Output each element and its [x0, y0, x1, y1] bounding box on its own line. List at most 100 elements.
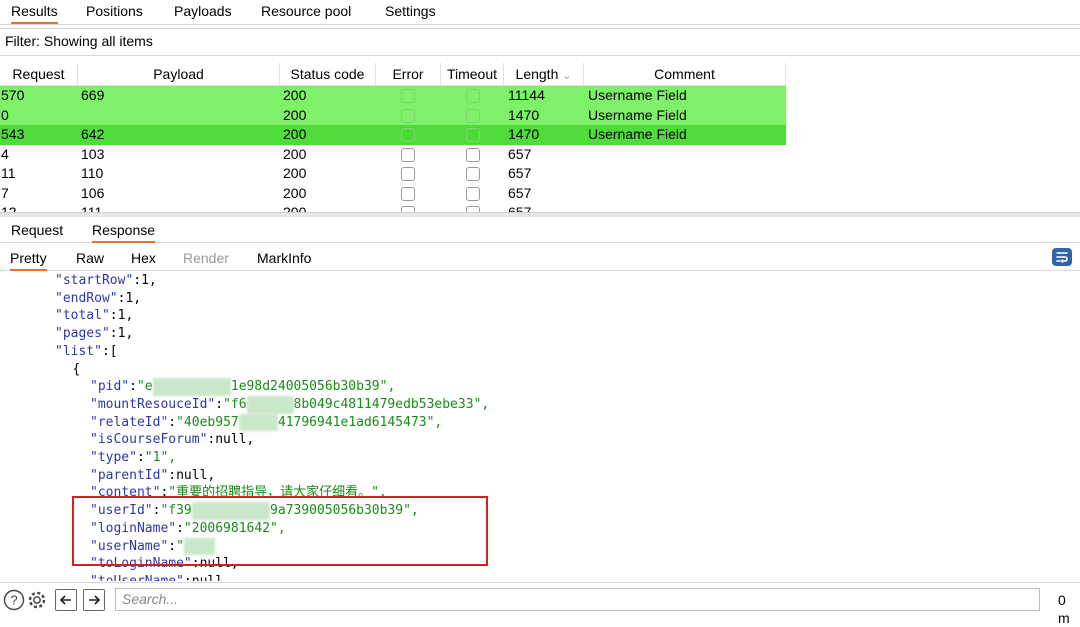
- code-line: "mountResouceId":"f60000008b049c4811479e…: [90, 395, 490, 414]
- timeout-checkbox: [466, 128, 480, 142]
- code-line: "list":[: [55, 343, 118, 361]
- tab-raw[interactable]: Raw: [76, 249, 104, 269]
- results-table-header: Request Payload Status code Error Timeou…: [0, 63, 786, 86]
- json-key: "mountResouceId": [90, 396, 216, 412]
- cell-comment: Username Field: [588, 87, 687, 103]
- cell-request: 12: [1, 204, 17, 212]
- cell-payload: 642: [81, 126, 105, 142]
- cell-payload: 106: [81, 184, 105, 201]
- cell-request: 4: [1, 145, 9, 162]
- json-punct: :null,: [168, 467, 216, 483]
- cell-length: 1470: [508, 106, 540, 123]
- json-punct: :1,: [117, 290, 142, 306]
- col-length[interactable]: Length ⌄: [504, 63, 584, 85]
- tab-request[interactable]: Request: [11, 221, 63, 241]
- cell-length: 657: [508, 204, 532, 212]
- cell-payload: 110: [81, 165, 104, 181]
- table-row[interactable]: 11 110 200 657: [0, 164, 1080, 184]
- cell-length: 657: [508, 184, 532, 201]
- error-checkbox: [401, 128, 415, 142]
- json-string: "f6: [223, 396, 247, 412]
- col-request[interactable]: Request: [0, 63, 78, 85]
- json-punct: :null,: [184, 574, 231, 581]
- svg-text:?: ?: [10, 593, 17, 608]
- cell-status: 200: [283, 126, 307, 142]
- table-row[interactable]: 7 106 200 657: [0, 184, 1080, 204]
- json-string: 1e98d24005056b30b39",: [230, 379, 396, 395]
- col-error[interactable]: Error: [376, 63, 441, 85]
- sort-chevron-icon: ⌄: [562, 70, 572, 82]
- error-checkbox: [401, 108, 415, 123]
- json-punct: :[: [101, 343, 118, 359]
- tab-payloads[interactable]: Payloads: [174, 2, 232, 22]
- code-line: "startRow":1,: [55, 272, 157, 290]
- json-punct: :1,: [109, 308, 134, 324]
- code-line: "toUserName":null,: [90, 573, 231, 581]
- code-line: "parentId":null,: [90, 467, 215, 485]
- view-tab-bar: Pretty Raw Hex Render MarkInfo: [0, 246, 1080, 271]
- message-tab-bar: Request Response: [0, 218, 1080, 243]
- search-input[interactable]: Search...: [115, 588, 1040, 611]
- col-comment[interactable]: Comment: [584, 63, 786, 85]
- json-key: "endRow": [55, 290, 118, 306]
- json-string: 8b049c4811479edb53ebe33",: [293, 396, 490, 412]
- tab-settings[interactable]: Settings: [385, 2, 436, 22]
- col-length-label: Length: [515, 66, 559, 82]
- cell-length: 1470: [508, 126, 540, 142]
- top-tab-bar: Results Positions Payloads Resource pool…: [0, 0, 1080, 25]
- cell-length: 657: [508, 145, 532, 162]
- previous-arrow-icon[interactable]: [55, 589, 77, 611]
- json-punct: :: [215, 396, 224, 412]
- tab-pretty[interactable]: Pretty: [10, 249, 47, 271]
- table-row[interactable]: 543 642 200 1470 Username Field: [0, 125, 1080, 145]
- json-key: "pid": [90, 379, 130, 395]
- cell-length: 11144: [508, 87, 545, 103]
- tab-results[interactable]: Results: [11, 2, 58, 24]
- timeout-checkbox: [466, 147, 480, 162]
- filter-bar[interactable]: Filter: Showing all items: [0, 28, 1080, 56]
- timeout-checkbox: [466, 167, 480, 181]
- json-key: "toUserName": [90, 574, 184, 581]
- json-punct: :null,: [207, 432, 255, 448]
- json-punct: :: [129, 379, 137, 395]
- cell-status: 200: [283, 204, 307, 212]
- highlight-box: [72, 496, 488, 566]
- cell-request: 7: [1, 184, 9, 201]
- json-key: "startRow": [55, 273, 134, 288]
- json-string: "1",: [144, 450, 177, 465]
- match-count: 0 m: [1058, 592, 1070, 626]
- tab-resource-pool[interactable]: Resource pool: [261, 2, 351, 22]
- filter-label: Filter: Showing all items: [5, 33, 153, 49]
- code-line: "endRow":1,: [55, 290, 141, 308]
- error-checkbox: [401, 186, 415, 201]
- error-checkbox: [401, 147, 415, 162]
- help-icon[interactable]: ?: [3, 589, 25, 611]
- table-row[interactable]: 4 103 200 657: [0, 145, 1080, 165]
- tab-markinfo[interactable]: MarkInfo: [257, 249, 311, 269]
- cell-payload: 669: [81, 87, 105, 103]
- next-arrow-icon[interactable]: [83, 589, 105, 611]
- json-key: "parentId": [90, 467, 169, 483]
- cell-status: 200: [283, 106, 307, 123]
- col-timeout[interactable]: Timeout: [441, 63, 504, 85]
- col-status-code[interactable]: Status code: [280, 63, 376, 85]
- col-payload[interactable]: Payload: [78, 63, 280, 85]
- tab-hex[interactable]: Hex: [131, 249, 156, 269]
- code-line: "type":"1",: [90, 449, 176, 467]
- code-line: "pages":1,: [55, 325, 133, 343]
- cell-status: 200: [283, 87, 307, 103]
- pane-splitter[interactable]: [0, 212, 1080, 217]
- table-row[interactable]: 12 111 200 657: [0, 203, 1080, 212]
- json-key: "isCourseForum": [90, 432, 208, 448]
- cell-payload: 103: [81, 145, 105, 162]
- gear-icon[interactable]: [26, 589, 48, 611]
- cell-comment: Username Field: [588, 106, 687, 123]
- tab-positions[interactable]: Positions: [86, 2, 143, 22]
- table-row[interactable]: 0 200 1470 Username Field: [0, 105, 1080, 125]
- word-wrap-icon[interactable]: [1052, 248, 1072, 266]
- tab-response[interactable]: Response: [92, 221, 156, 243]
- code-line: "total":1,: [55, 307, 133, 325]
- redacted-value: 00000: [238, 413, 278, 432]
- table-row[interactable]: 570 669 200 11144 Username Field: [0, 86, 1080, 106]
- json-key: "total": [55, 308, 110, 324]
